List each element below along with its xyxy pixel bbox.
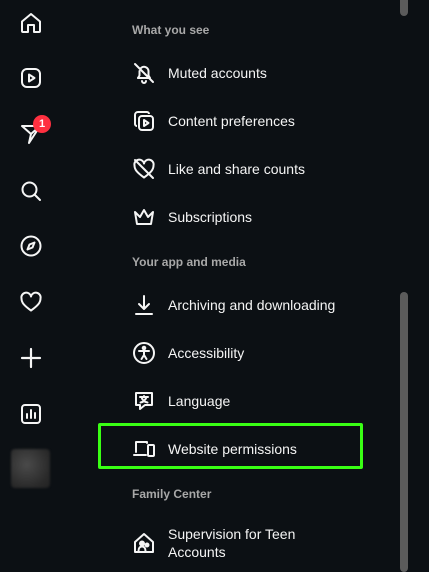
dashboard-icon — [21, 404, 41, 424]
settings-item-label: Accessibility — [168, 345, 245, 361]
settings-item-supervision-teen-accounts[interactable]: Supervision for Teen Accounts — [98, 519, 366, 567]
scrollbar-thumb[interactable] — [400, 292, 408, 572]
create-button[interactable] — [12, 339, 50, 377]
messages-button[interactable]: 1 — [12, 115, 51, 153]
settings-item-accessibility[interactable]: Accessibility — [98, 329, 366, 377]
settings-item-label: Content preferences — [168, 113, 295, 129]
heart-icon — [20, 291, 42, 312]
explore-button[interactable] — [12, 227, 50, 265]
settings-item-language[interactable]: Language — [98, 377, 366, 425]
explore-icon — [20, 235, 42, 257]
content-preferences-icon — [131, 108, 157, 134]
crown-icon — [131, 204, 157, 230]
profile-avatar[interactable] — [11, 449, 50, 488]
section-family-center: Family Center — [132, 487, 212, 501]
reels-icon — [21, 68, 41, 88]
accessibility-icon — [131, 340, 157, 366]
settings-item-label: Subscriptions — [168, 209, 253, 225]
settings-item-label: Language — [168, 393, 231, 409]
settings-item-like-share-counts[interactable]: Like and share counts — [98, 145, 366, 193]
right-edge — [410, 0, 429, 572]
settings-item-label: Like and share counts — [168, 161, 305, 177]
dashboard-button[interactable] — [12, 395, 50, 433]
settings-item-website-permissions[interactable]: Website permissions — [98, 425, 366, 473]
family-house-icon — [131, 530, 157, 556]
home-button[interactable] — [12, 4, 50, 42]
search-icon — [21, 181, 41, 201]
search-button[interactable] — [12, 172, 50, 210]
settings-item-label: Website permissions — [168, 441, 297, 457]
scrollbar-top-nub — [400, 0, 408, 16]
settings-screen: 1 What you see Muted accounts Content pr… — [0, 0, 429, 572]
muted-bell-icon — [131, 60, 157, 86]
language-icon — [131, 388, 157, 414]
settings-item-subscriptions[interactable]: Subscriptions — [98, 193, 366, 241]
download-icon — [131, 292, 157, 318]
settings-item-label: Supervision for Teen Accounts — [168, 526, 296, 560]
section-what-you-see: What you see — [132, 23, 210, 37]
reels-button[interactable] — [12, 59, 50, 97]
settings-item-archiving-downloading[interactable]: Archiving and downloading — [98, 281, 366, 329]
devices-icon — [131, 436, 157, 462]
home-icon — [21, 13, 41, 33]
nav-rail: 1 — [0, 0, 62, 572]
settings-item-label: Archiving and downloading — [168, 297, 336, 313]
hidden-like-icon — [131, 156, 157, 182]
notifications-button[interactable] — [12, 283, 50, 321]
plus-icon — [20, 347, 42, 369]
section-your-app-and-media: Your app and media — [132, 255, 246, 269]
notification-badge: 1 — [33, 115, 51, 133]
settings-item-content-preferences[interactable]: Content preferences — [98, 97, 366, 145]
settings-item-label: Muted accounts — [168, 65, 267, 81]
settings-item-muted-accounts[interactable]: Muted accounts — [98, 49, 366, 97]
